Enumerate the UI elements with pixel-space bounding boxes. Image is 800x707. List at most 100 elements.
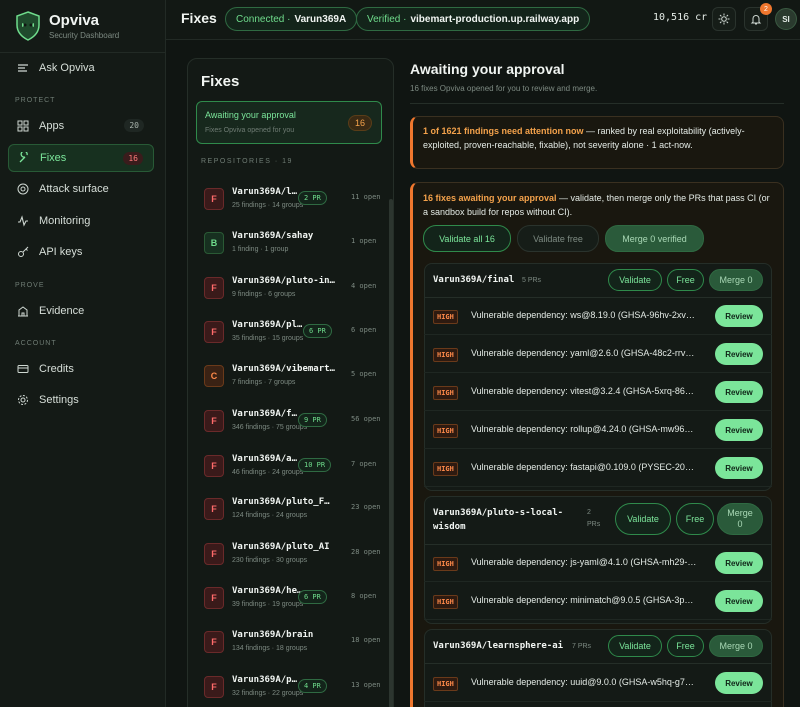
sidebar-item-credits[interactable]: Credits [8, 355, 154, 383]
credits-label: Credits [39, 363, 74, 375]
severity-badge: HIGH [433, 310, 458, 324]
repo-row[interactable]: F Varun369A/brain 134 findings · 18 groups… [196, 624, 382, 660]
fix-description: Vulnerable dependency: rollup@4.24.0 (GH… [471, 424, 694, 434]
repo-row[interactable]: F Varun369A/a… 46 findings · 24 groups 10 P… [196, 448, 382, 484]
repo-row[interactable]: F Varun369A/p… 32 findings · 22 groups 4 PR… [196, 669, 382, 705]
group-pr-count: 5 PRs [522, 277, 542, 284]
repo-avatar: F [204, 498, 224, 520]
sidebar-item-fixes[interactable]: Fixes 16 [8, 144, 154, 172]
repo-list-scrollbar[interactable] [389, 199, 393, 707]
fix-row: HIGH Vulnerable dependency: ws@8.19.0 (GH… [424, 297, 772, 335]
repo-meta: 32 findings · 22 groups [232, 690, 304, 697]
apps-count-badge: 20 [124, 119, 144, 132]
fix-description: Vulnerable dependency: ws@8.19.0 (GHSA-9… [471, 310, 695, 320]
repo-row[interactable]: B Varun369A/sahay 1 finding · 1 group 1 ope… [196, 225, 382, 261]
group-validate-button[interactable]: Validate [608, 269, 662, 291]
review-button[interactable]: Review [715, 672, 763, 694]
repo-row[interactable]: F Varun369A/pl… 35 findings · 15 groups 6 P… [196, 314, 382, 350]
api-keys-label: API keys [39, 246, 83, 258]
brand[interactable]: Opviva Security Dashboard [15, 11, 119, 41]
fixes-panel-title: Fixes [201, 73, 240, 90]
sidebar-item-api-keys[interactable]: API keys [8, 238, 154, 266]
ask-opviva-label: Ask Opviva [39, 62, 95, 74]
verified-domain: vibemart-production.up.railway.app [410, 13, 580, 25]
verified-pill[interactable]: Verified · vibemart-production.up.railwa… [356, 7, 591, 31]
fix-description: Vulnerable dependency: vitest@3.2.4 (GHS… [471, 386, 694, 396]
fix-description: Vulnerable dependency: fastapi@0.109.0 (… [471, 462, 694, 472]
theme-toggle-button[interactable] [712, 7, 736, 31]
review-button[interactable]: Review [715, 419, 763, 441]
awaiting-approval-filter[interactable]: Awaiting your approval Fixes Opviva open… [196, 101, 382, 144]
repo-avatar: C [204, 365, 224, 387]
repo-open-count: 6 open [351, 326, 377, 334]
repo-pr-badge: 6 PR [298, 590, 327, 604]
approval-divider [410, 103, 784, 104]
gear-icon [17, 394, 29, 406]
group-free-button[interactable]: Free [667, 635, 704, 657]
fixes-label: Fixes [40, 152, 67, 164]
review-button[interactable]: Review [715, 457, 763, 479]
card-icon [17, 363, 29, 375]
severity-badge: HIGH [433, 386, 458, 400]
repo-open-count: 5 open [351, 370, 377, 378]
sidebar-item-monitoring[interactable]: Monitoring [8, 207, 154, 235]
severity-badge: HIGH [433, 557, 458, 571]
avatar[interactable]: SI [775, 8, 797, 30]
fixes-panel: Fixes Awaiting your approval Fixes Opviv… [187, 58, 394, 707]
fix-description: Vulnerable dependency: minimatch@9.0.5 (… [471, 595, 694, 605]
repo-row[interactable]: F Varun369A/pluto_AI 230 findings · 30 gro… [196, 536, 382, 572]
review-button[interactable]: Review [715, 381, 763, 403]
review-button[interactable]: Review [715, 590, 763, 612]
review-button[interactable]: Review [715, 305, 763, 327]
repo-name: Varun369A/pluto_F… [232, 497, 330, 507]
group-name: Varun369A/learnsphere-ai [433, 641, 564, 651]
repo-avatar: F [204, 631, 224, 653]
section-prove: PROVE [15, 282, 45, 289]
fix-row: HIGH Vulnerable dependency: rollup@4.24.0… [424, 411, 772, 449]
repo-row[interactable]: C Varun369A/vibemart… 7 findings · 7 group… [196, 358, 382, 394]
menu-lines-icon [17, 62, 29, 74]
group-free-button[interactable]: Free [676, 503, 714, 535]
repo-row[interactable]: F Varun369A/pluto-in… 9 findings · 6 group… [196, 270, 382, 306]
repo-row[interactable]: F Varun369A/he… 39 findings · 19 groups 6 P… [196, 580, 382, 616]
group-validate-button[interactable]: Validate [615, 503, 671, 535]
top-bar: Fixes Connected · Varun369A Verified · v… [166, 0, 800, 40]
repo-row[interactable]: F Varun369A/f… 346 findings · 75 groups 9 P… [196, 403, 382, 439]
sidebar-item-attack-surface[interactable]: Attack surface [8, 175, 154, 203]
validate-all-button[interactable]: Validate all 16 [423, 225, 511, 252]
building-icon [17, 305, 29, 317]
connected-label: Connected · [236, 13, 291, 25]
repo-pr-badge: 4 PR [298, 679, 327, 693]
group-name: Varun369A/final [433, 275, 515, 285]
repo-row[interactable]: F Varun369A/l… 25 findings · 14 groups 2 PR… [196, 181, 382, 217]
connected-pill[interactable]: Connected · Varun369A [225, 7, 358, 31]
group-merge-button[interactable]: Merge 0 [717, 503, 763, 535]
repo-meta: 46 findings · 24 groups [232, 469, 304, 476]
repo-avatar: F [204, 676, 224, 698]
repo-name: Varun369A/pl… [232, 320, 303, 330]
ask-opviva-button[interactable]: Ask Opviva [8, 54, 154, 82]
verified-label: Verified · [367, 13, 407, 25]
sidebar-item-apps[interactable]: Apps 20 [8, 112, 154, 140]
merge-verified-button[interactable]: Merge 0 verified [605, 225, 704, 252]
repo-pr-badge: 2 PR [298, 191, 327, 205]
sidebar-item-settings[interactable]: Settings [8, 386, 154, 414]
brand-name: Opviva [49, 12, 100, 29]
group-free-button[interactable]: Free [667, 269, 704, 291]
severity-badge: HIGH [433, 348, 458, 362]
validate-free-button[interactable]: Validate free [517, 225, 599, 252]
repo-row[interactable]: F Varun369A/pluto_F… 124 findings · 24 gro… [196, 491, 382, 527]
review-button[interactable]: Review [715, 552, 763, 574]
repo-meta: 9 findings · 6 groups [232, 291, 296, 298]
review-button[interactable]: Review [715, 343, 763, 365]
awaiting-subtitle: Fixes Opviva opened for you [205, 127, 295, 134]
approval-title: Awaiting your approval [410, 61, 565, 77]
group-merge-button[interactable]: Merge 0 [709, 269, 763, 291]
notifications-button[interactable]: 2 [744, 3, 772, 31]
awaiting-title: Awaiting your approval [205, 110, 296, 120]
sidebar-item-evidence[interactable]: Evidence [8, 297, 154, 325]
group-merge-button[interactable]: Merge 0 [709, 635, 763, 657]
settings-label: Settings [39, 394, 79, 406]
severity-badge: HIGH [433, 677, 458, 691]
group-validate-button[interactable]: Validate [608, 635, 662, 657]
